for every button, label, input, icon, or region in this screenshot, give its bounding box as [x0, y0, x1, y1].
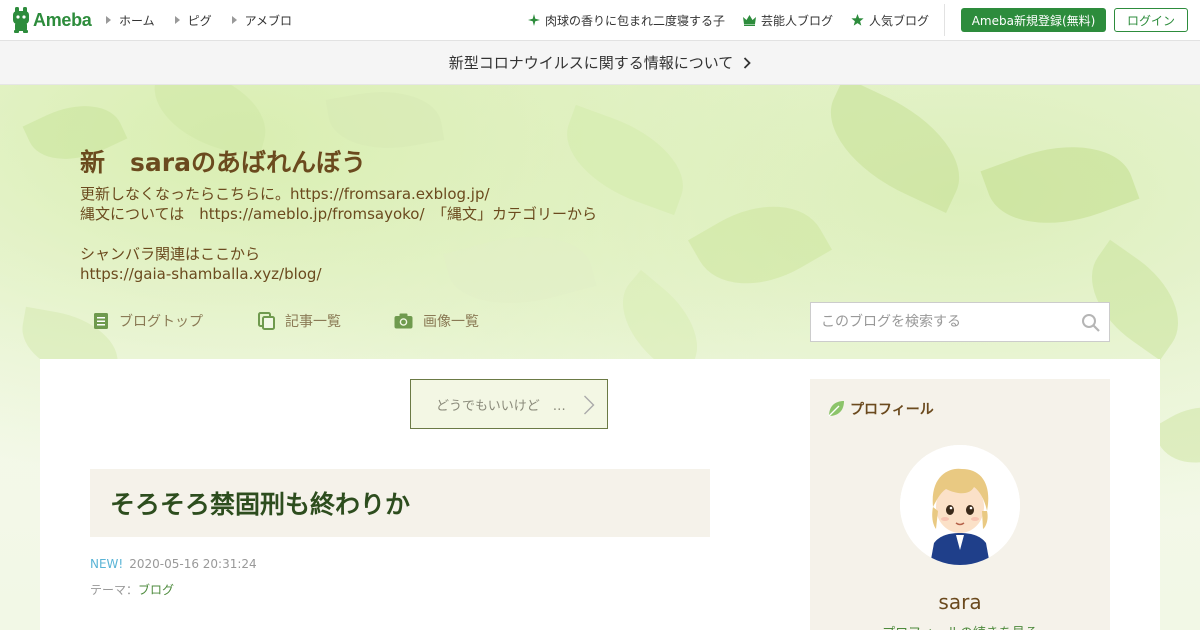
featured-link-popular-label: 人気ブログ [868, 13, 929, 28]
ameba-mascot-icon [13, 7, 29, 33]
profile-name[interactable]: sara [810, 590, 1110, 614]
camera-icon [394, 313, 413, 329]
star-icon [851, 14, 864, 26]
avatar-image [900, 445, 1020, 565]
copy-icon [258, 312, 275, 330]
theme-link-label: どうでもいいけど … [436, 398, 566, 414]
theme-link-button[interactable]: どうでもいいけど … [410, 379, 608, 429]
blog-nav-top-label: ブログトップ [119, 314, 203, 330]
sparkle-icon [527, 14, 540, 26]
entry-meta: NEW! 2020-05-16 20:31:24 [90, 557, 257, 571]
main-content: どうでもいいけど … そろそろ禁固刑も終わりか NEW! 2020-05-16 … [40, 359, 1160, 630]
logo-text: Ameba [33, 9, 92, 30]
nav-pigg-label: ピグ [187, 13, 212, 28]
crown-icon [742, 14, 756, 26]
avatar[interactable] [900, 445, 1020, 565]
blog-nav-entries[interactable]: 記事一覧 [258, 311, 394, 331]
ameba-logo[interactable]: Ameba [12, 7, 92, 33]
blog-search [810, 302, 1110, 342]
register-button[interactable]: Ameba新規登録(無料) [961, 8, 1106, 32]
caret-right-icon [106, 16, 111, 24]
leaf-icon [828, 401, 844, 417]
leaf-decoration [688, 180, 832, 310]
covid-notice-link[interactable]: 新型コロナウイルスに関する情報について [0, 41, 1200, 85]
nav-home[interactable]: ホーム [106, 12, 155, 29]
chevron-right-icon [584, 395, 595, 415]
nav-ameblo[interactable]: アメブロ [231, 12, 293, 29]
global-header: Ameba ホーム ピグ アメブロ 肉球の香りに包まれ二度寝する子 芸能人ブログ… [0, 0, 1200, 41]
document-icon [94, 313, 108, 329]
nav-ameblo-label: アメブロ [244, 13, 293, 28]
divider [944, 4, 945, 36]
notice-text: 新型コロナウイルスに関する情報について [448, 54, 734, 72]
leaf-decoration [980, 123, 1140, 247]
global-nav: ホーム ピグ アメブロ [106, 0, 292, 40]
nav-pigg[interactable]: ピグ [174, 12, 212, 29]
caret-right-icon [231, 16, 237, 24]
blog-nav-entries-label: 記事一覧 [285, 314, 341, 330]
featured-link-celebrity-label: 芸能人ブログ [760, 13, 833, 28]
chevron-right-icon [744, 56, 752, 69]
featured-link-popular[interactable]: 人気ブログ [851, 12, 929, 29]
search-icon[interactable] [1081, 313, 1101, 333]
profile-panel: プロフィール sara プロフィールの続きを見る [810, 379, 1110, 630]
entry-date: 2020-05-16 20:31:24 [129, 557, 257, 571]
blog-nav-images-label: 画像一覧 [423, 314, 479, 330]
profile-heading: プロフィール [827, 399, 934, 419]
featured-link-trend-label: 肉球の香りに包まれ二度寝する子 [544, 13, 725, 28]
blog-nav: ブログトップ 記事一覧 画像一覧 [93, 311, 479, 331]
login-button[interactable]: ログイン [1114, 8, 1188, 32]
blog-nav-top[interactable]: ブログトップ [93, 311, 258, 331]
blog-nav-images[interactable]: 画像一覧 [394, 311, 479, 331]
featured-links: 肉球の香りに包まれ二度寝する子 芸能人ブログ 人気ブログ [527, 0, 929, 40]
blog-search-input[interactable] [811, 304, 1071, 340]
profile-more-link[interactable]: プロフィールの続きを見る [810, 622, 1110, 630]
featured-link-trend[interactable]: 肉球の香りに包まれ二度寝する子 [527, 12, 725, 29]
entry-theme-label: テーマ： [90, 583, 139, 597]
featured-link-celebrity[interactable]: 芸能人ブログ [742, 12, 833, 29]
entry-title-box: そろそろ禁固刑も終わりか [90, 469, 710, 537]
entry-theme: テーマ：ブログ [90, 581, 174, 598]
blog-title[interactable]: 新 saraのあばれんぼう [80, 143, 366, 179]
leaf-decoration [810, 85, 980, 213]
caret-right-icon [174, 16, 180, 24]
entry-title[interactable]: そろそろ禁固刑も終わりか [110, 485, 410, 521]
entry-theme-link[interactable]: ブログ [138, 583, 174, 597]
profile-heading-label: プロフィール [850, 402, 934, 418]
new-badge: NEW! [90, 557, 124, 571]
leaf-decoration [1069, 239, 1200, 361]
blog-description: 更新しなくなったらこちらに。https://fromsara.exblog.jp… [80, 185, 598, 283]
nav-home-label: ホーム [119, 13, 155, 28]
